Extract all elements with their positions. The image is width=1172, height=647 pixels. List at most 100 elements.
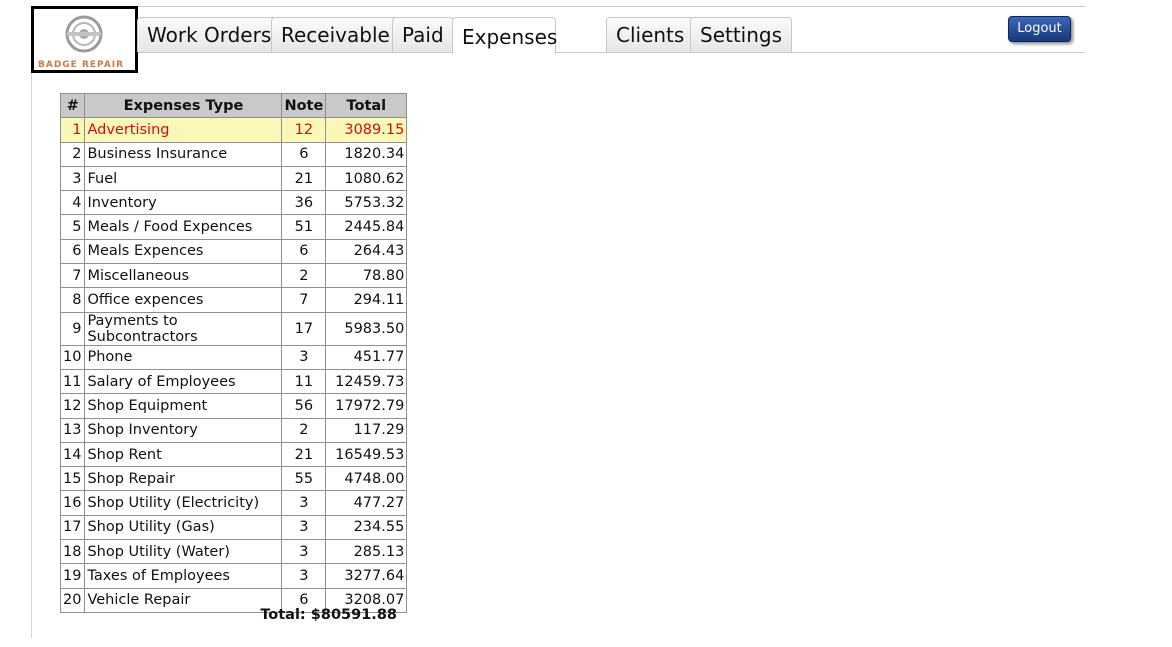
table-row[interactable]: 8 Office expences 7 294.11	[59, 287, 408, 313]
table-row[interactable]: 14 Shop Rent 21 16549.53	[59, 441, 408, 468]
table-row[interactable]: 10 Phone 3 451.77	[59, 344, 408, 370]
table-row[interactable]: 19 Taxes of Employees 3 3277.64	[59, 563, 408, 589]
note-count-cell: 3	[281, 563, 327, 589]
total-amount-cell: 477.27	[325, 490, 408, 516]
expense-type-cell: Inventory	[84, 190, 283, 216]
expense-type-cell: Business Insurance	[84, 141, 283, 167]
total-amount-cell: 451.77	[325, 344, 408, 370]
tabs-baseline	[136, 52, 1085, 53]
table-row[interactable]: 16 Shop Utility (Electricity) 3 477.27	[59, 490, 408, 516]
row-number: 14	[59, 441, 86, 468]
note-count-cell: 21	[281, 165, 327, 192]
note-count-cell: 2	[281, 263, 327, 289]
row-number: 9	[59, 311, 86, 346]
total-amount-cell: 294.11	[325, 287, 408, 313]
expense-type-cell: Meals Expences	[84, 238, 283, 265]
row-number: 12	[59, 393, 86, 419]
table-row[interactable]: 9 Payments to Subcontractors 17 5983.50	[59, 311, 408, 346]
note-count-cell: 6	[281, 141, 327, 167]
tab-settings[interactable]: Settings	[690, 17, 793, 52]
table-row[interactable]: 15 Shop Repair 55 4748.00	[59, 466, 408, 492]
row-number: 10	[59, 344, 86, 370]
header-expenses-type: Expenses Type	[84, 92, 283, 119]
table-row[interactable]: 1 Advertising 12 3089.15	[59, 117, 408, 143]
row-number: 19	[59, 563, 86, 589]
row-number: 15	[59, 466, 86, 492]
logo-text: BADGE REPAIR	[38, 60, 125, 70]
expense-type-cell: Shop Utility (Gas)	[84, 514, 283, 541]
expense-type-cell: Advertising	[84, 117, 283, 143]
table-row[interactable]: 18 Shop Utility (Water) 3 285.13	[59, 539, 408, 565]
expense-type-cell: Shop Utility (Electricity)	[84, 490, 283, 516]
expense-type-cell: Payments to Subcontractors	[84, 311, 283, 346]
total-amount-cell: 2445.84	[325, 214, 408, 240]
row-number: 13	[59, 417, 86, 443]
logout-button[interactable]: Logout	[1008, 16, 1071, 42]
row-number: 20	[59, 587, 86, 613]
note-count-cell: 55	[281, 466, 327, 492]
expense-type-cell: Fuel	[84, 165, 283, 192]
header-note: Note	[281, 92, 327, 119]
note-count-cell: 11	[281, 368, 327, 395]
tab-expenses[interactable]: Expenses	[452, 17, 557, 54]
table-row[interactable]: 5 Meals / Food Expences 51 2445.84	[59, 214, 408, 240]
note-count-cell: 17	[281, 311, 327, 346]
table-row[interactable]: 7 Miscellaneous 2 78.80	[59, 263, 408, 289]
table-row[interactable]: 6 Meals Expences 6 264.43	[59, 238, 408, 265]
table-header-row: # Expenses Type Note Total	[59, 92, 408, 119]
note-count-cell: 21	[281, 441, 327, 468]
expense-type-cell: Shop Equipment	[84, 393, 283, 419]
grand-total: Total: $80591.88	[260, 607, 397, 623]
table-row[interactable]: 17 Shop Utility (Gas) 3 234.55	[59, 514, 408, 541]
row-number: 2	[59, 141, 86, 167]
expense-type-cell: Shop Inventory	[84, 417, 283, 443]
total-amount-cell: 17972.79	[325, 393, 408, 419]
total-amount-cell: 12459.73	[325, 368, 408, 395]
expense-type-cell: Phone	[84, 344, 283, 370]
table-row[interactable]: 3 Fuel 21 1080.62	[59, 165, 408, 192]
total-amount-cell: 234.55	[325, 514, 408, 541]
note-count-cell: 6	[281, 238, 327, 265]
expense-type-cell: Miscellaneous	[84, 263, 283, 289]
company-logo[interactable]: BADGE REPAIR	[31, 6, 138, 73]
row-number: 17	[59, 514, 86, 541]
tab-receivable[interactable]: Receivable	[271, 17, 400, 52]
table-row[interactable]: 13 Shop Inventory 2 117.29	[59, 417, 408, 443]
total-amount-cell: 4748.00	[325, 466, 408, 492]
tab-paid[interactable]: Paid	[392, 17, 454, 52]
total-amount-cell: 117.29	[325, 417, 408, 443]
expense-type-cell: Meals / Food Expences	[84, 214, 283, 240]
table-row[interactable]: 2 Business Insurance 6 1820.34	[59, 141, 408, 167]
note-count-cell: 3	[281, 514, 327, 541]
total-amount-cell: 5983.50	[325, 311, 408, 346]
row-number: 5	[59, 214, 86, 240]
note-count-cell: 3	[281, 490, 327, 516]
note-count-cell: 36	[281, 190, 327, 216]
total-amount-cell: 264.43	[325, 238, 408, 265]
note-count-cell: 12	[281, 117, 327, 143]
row-number: 8	[59, 287, 86, 313]
table-row[interactable]: 11 Salary of Employees 11 12459.73	[59, 368, 408, 395]
header-number: #	[59, 92, 86, 119]
expense-type-cell: Taxes of Employees	[84, 563, 283, 589]
note-count-cell: 3	[281, 539, 327, 565]
expense-type-cell: Salary of Employees	[84, 368, 283, 395]
row-number: 1	[59, 117, 86, 143]
tab-clients[interactable]: Clients	[606, 17, 695, 52]
total-amount-cell: 285.13	[325, 539, 408, 565]
note-count-cell: 3	[281, 344, 327, 370]
row-number: 3	[59, 165, 86, 192]
note-count-cell: 2	[281, 417, 327, 443]
total-amount-cell: 5753.32	[325, 190, 408, 216]
total-amount-cell: 3089.15	[325, 117, 408, 143]
table-row[interactable]: 4 Inventory 36 5753.32	[59, 190, 408, 216]
table-row[interactable]: 12 Shop Equipment 56 17972.79	[59, 393, 408, 419]
frame-top-border	[31, 6, 1085, 7]
note-count-cell: 51	[281, 214, 327, 240]
frame-left-border	[31, 6, 32, 638]
total-amount-cell: 3277.64	[325, 563, 408, 589]
total-amount-cell: 1820.34	[325, 141, 408, 167]
note-count-cell: 7	[281, 287, 327, 313]
tab-work-orders[interactable]: Work Orders	[137, 17, 282, 52]
row-number: 6	[59, 238, 86, 265]
